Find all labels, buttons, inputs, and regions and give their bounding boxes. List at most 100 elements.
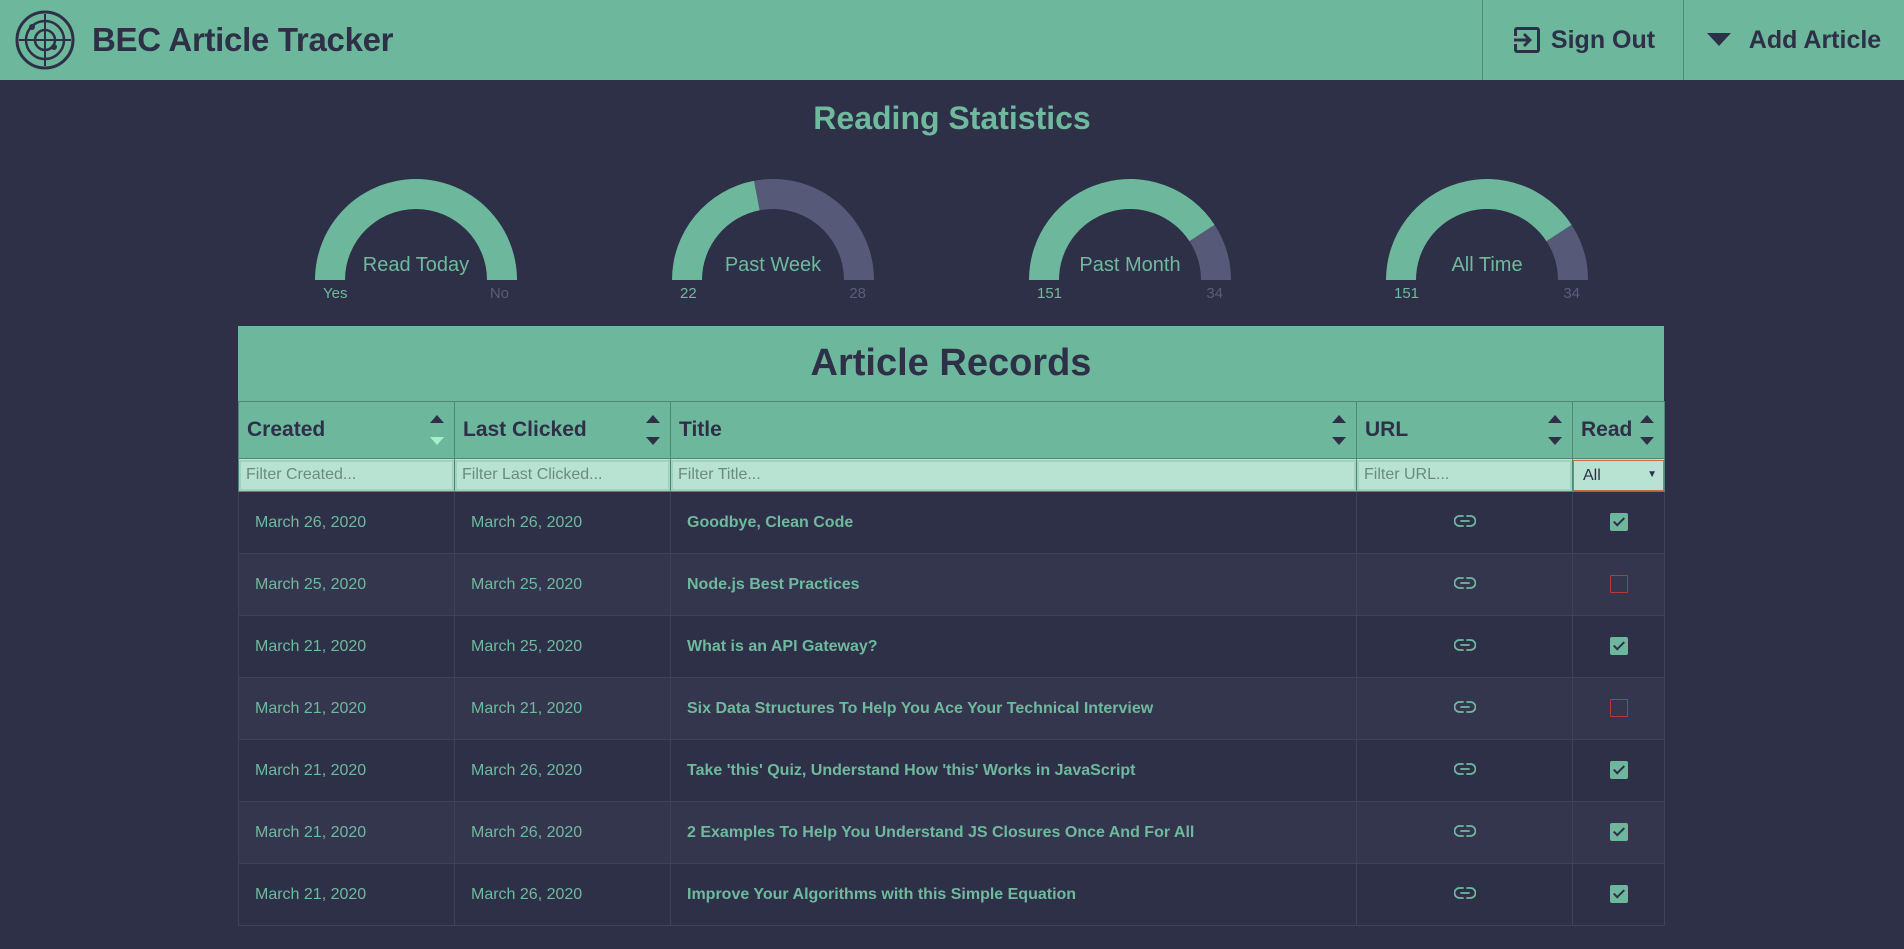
sort-icon[interactable] xyxy=(430,414,444,446)
link-icon[interactable] xyxy=(1453,514,1476,527)
gauge-max-label: 34 xyxy=(1563,285,1580,302)
cell-read xyxy=(1572,615,1665,678)
cell-last-clicked: March 26, 2020 xyxy=(454,863,671,926)
sign-out-label: Sign Out xyxy=(1550,25,1656,54)
link-icon[interactable] xyxy=(1453,824,1476,837)
cell-url xyxy=(1356,863,1573,926)
cell-last-clicked: March 21, 2020 xyxy=(454,677,671,740)
sign-out-button[interactable]: Sign Out xyxy=(1482,0,1683,80)
cell-created: March 21, 2020 xyxy=(238,677,455,740)
cell-last-clicked: March 26, 2020 xyxy=(454,801,671,864)
gauge-all-time: All Time 151 34 xyxy=(1382,178,1592,308)
table-row: March 21, 2020 March 21, 2020 Six Data Str… xyxy=(238,677,1665,740)
read-checkbox[interactable] xyxy=(1609,575,1628,594)
cell-title: What is an API Gateway? xyxy=(670,615,1357,678)
cell-url xyxy=(1356,553,1573,616)
filter-created-input[interactable] xyxy=(239,459,454,491)
sign-out-icon xyxy=(1513,27,1540,53)
column-header-url[interactable]: URL xyxy=(1356,401,1573,459)
cell-last-clicked: March 25, 2020 xyxy=(454,615,671,678)
table-row: March 26, 2020 March 26, 2020 Goodbye, Cle… xyxy=(238,491,1665,554)
gauge-past-week: Past Week 22 28 xyxy=(668,178,878,308)
gauge-past-month: Past Month 151 34 xyxy=(1025,178,1235,308)
table-row: March 21, 2020 March 25, 2020 What is an A… xyxy=(238,615,1665,678)
read-checkbox[interactable] xyxy=(1609,823,1628,842)
records-title: Article Records xyxy=(238,326,1664,401)
column-header-read[interactable]: Read xyxy=(1572,401,1665,459)
cell-created: March 21, 2020 xyxy=(238,801,455,864)
column-header-label: URL xyxy=(1365,418,1409,441)
gauge-label: All Time xyxy=(1451,254,1523,276)
cell-read xyxy=(1572,739,1665,802)
filter-row: All ▼ xyxy=(238,458,1665,492)
column-header-label: Title xyxy=(679,418,722,441)
cell-url xyxy=(1356,677,1573,740)
cell-url xyxy=(1356,739,1573,802)
gauge-label: Past Week xyxy=(724,254,822,276)
cell-url xyxy=(1356,801,1573,864)
records-body: March 26, 2020 March 26, 2020 Goodbye, Cle… xyxy=(238,491,1665,926)
link-icon[interactable] xyxy=(1453,638,1476,651)
chevron-down-icon: ▼ xyxy=(1647,468,1657,480)
read-checkbox[interactable] xyxy=(1609,637,1628,656)
column-header-last-clicked[interactable]: Last Clicked xyxy=(454,401,671,459)
link-icon[interactable] xyxy=(1453,700,1476,713)
top-bar: BEC Article Tracker Sign Out Add Article xyxy=(0,0,1904,80)
cell-url xyxy=(1356,615,1573,678)
filter-cell xyxy=(1356,458,1573,492)
filter-url-input[interactable] xyxy=(1357,459,1572,491)
filter-cell xyxy=(238,458,455,492)
gauge-read-today: Read Today Yes No xyxy=(311,178,521,308)
cell-last-clicked: March 25, 2020 xyxy=(454,553,671,616)
cell-read xyxy=(1572,491,1665,554)
read-checkbox[interactable] xyxy=(1609,885,1628,904)
cell-title: Improve Your Algorithms with this Simple… xyxy=(670,863,1357,926)
gauge-min-label: 22 xyxy=(680,285,697,302)
cell-last-clicked: March 26, 2020 xyxy=(454,739,671,802)
cell-read xyxy=(1572,677,1665,740)
add-article-button[interactable]: Add Article xyxy=(1683,0,1904,80)
filter-title-input[interactable] xyxy=(671,459,1356,491)
sort-icon[interactable] xyxy=(1640,414,1654,446)
sort-icon[interactable] xyxy=(646,414,660,446)
filter-cell xyxy=(454,458,671,492)
read-checkbox[interactable] xyxy=(1609,513,1628,532)
stats-title: Reading Statistics xyxy=(813,100,1091,136)
brand: BEC Article Tracker xyxy=(0,0,1482,80)
filter-read-select[interactable]: All ▼ xyxy=(1573,459,1664,491)
cell-created: March 25, 2020 xyxy=(238,553,455,616)
sort-icon[interactable] xyxy=(1332,414,1346,446)
table-row: March 21, 2020 March 26, 2020 2 Examples T… xyxy=(238,801,1665,864)
gauge-max-label: 28 xyxy=(849,285,866,302)
filter-last-clicked-input[interactable] xyxy=(455,459,670,491)
header-row: Created Last Clicked Title URL Read xyxy=(238,401,1665,459)
column-header-created[interactable]: Created xyxy=(238,401,455,459)
read-checkbox[interactable] xyxy=(1609,699,1628,718)
sort-icon[interactable] xyxy=(1548,414,1562,446)
link-icon[interactable] xyxy=(1453,576,1476,589)
read-checkbox[interactable] xyxy=(1609,761,1628,780)
gauge-min-label: 151 xyxy=(1394,285,1420,302)
gauge-max-label: 34 xyxy=(1206,285,1223,302)
link-icon[interactable] xyxy=(1453,762,1476,775)
cell-created: March 21, 2020 xyxy=(238,739,455,802)
cell-url xyxy=(1356,491,1573,554)
gauge-min-label: Yes xyxy=(323,285,348,302)
cell-title: Goodbye, Clean Code xyxy=(670,491,1357,554)
gauge-label: Read Today xyxy=(362,254,470,276)
cell-created: March 21, 2020 xyxy=(238,863,455,926)
cell-read xyxy=(1572,801,1665,864)
cell-read xyxy=(1572,553,1665,616)
cell-title: Node.js Best Practices xyxy=(670,553,1357,616)
link-icon[interactable] xyxy=(1453,886,1476,899)
filter-cell xyxy=(670,458,1357,492)
records-table: Created Last Clicked Title URL Read Filt… xyxy=(238,401,1665,926)
cell-title: Six Data Structures To Help You Ace Your… xyxy=(670,677,1357,740)
table-row: March 21, 2020 March 26, 2020 Take 'this' … xyxy=(238,739,1665,802)
gauge-max-label: No xyxy=(489,285,509,302)
gauge-label: Past Month xyxy=(1079,254,1181,276)
table-row: March 25, 2020 March 25, 2020 Node.js Best… xyxy=(238,553,1665,616)
cell-title: 2 Examples To Help You Understand JS Clo… xyxy=(670,801,1357,864)
column-header-title[interactable]: Title xyxy=(670,401,1357,459)
app-title: BEC Article Tracker xyxy=(92,21,394,58)
